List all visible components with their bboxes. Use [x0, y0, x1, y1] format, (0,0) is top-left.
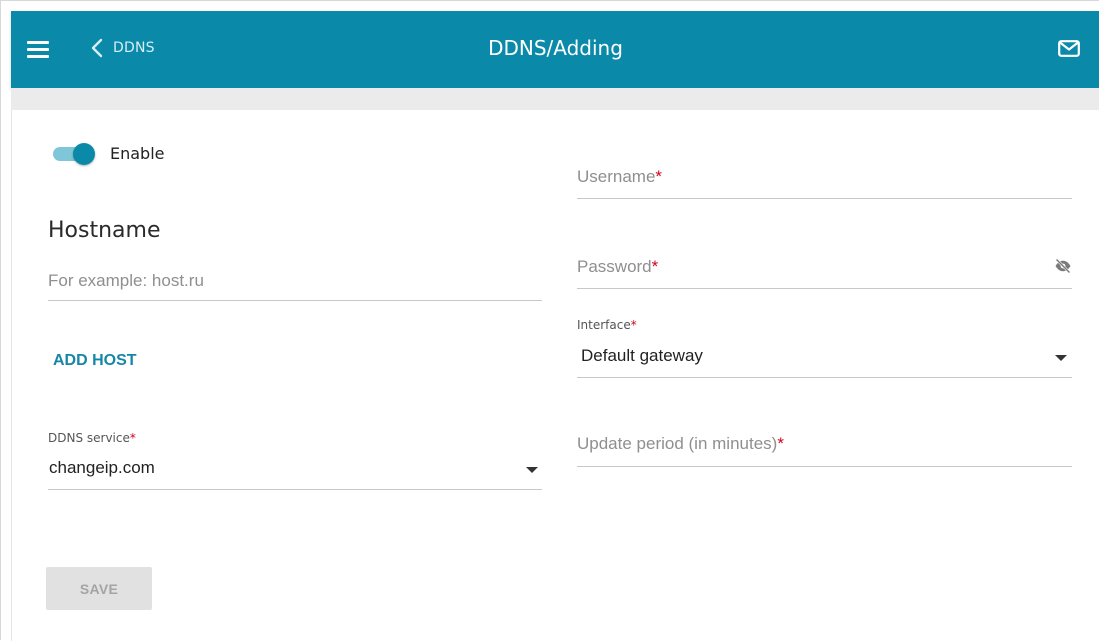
add-host-button[interactable]: ADD HOST: [53, 352, 137, 370]
interface-underline: [577, 377, 1072, 378]
header-shadow-band: [11, 88, 1099, 110]
update-period-underline: [577, 466, 1072, 467]
hostname-field[interactable]: For example: host.ru: [48, 263, 542, 301]
back-link[interactable]: DDNS: [91, 35, 155, 61]
interface-label: Interface*: [577, 318, 637, 332]
interface-value: Default gateway: [581, 346, 703, 365]
enable-label: Enable: [110, 144, 165, 163]
hostname-placeholder: For example: host.ru: [48, 271, 204, 290]
username-placeholder: Username*: [577, 167, 663, 186]
save-button[interactable]: SAVE: [46, 567, 152, 610]
update-period-placeholder: Update period (in minutes)*: [577, 434, 784, 453]
app-window: DDNS DDNS/Adding Enable Hostname For exa…: [0, 0, 1099, 641]
update-period-field[interactable]: Update period (in minutes)*: [577, 427, 1072, 467]
chevron-left-icon: [91, 38, 103, 58]
ddns-service-label: DDNS service*: [48, 431, 136, 445]
required-mark: *: [651, 257, 659, 276]
toggle-knob: [73, 143, 95, 165]
required-mark: *: [655, 167, 663, 186]
interface-select[interactable]: Interface* Default gateway: [577, 316, 1072, 378]
required-mark: *: [777, 434, 784, 453]
required-mark: *: [630, 318, 637, 332]
eye-off-icon[interactable]: [1054, 258, 1072, 274]
caret-down-icon: [526, 467, 538, 473]
required-mark: *: [129, 431, 136, 445]
ddns-service-value: changeip.com: [49, 458, 155, 477]
hostname-underline: [48, 300, 542, 301]
hostname-heading: Hostname: [48, 218, 161, 243]
page-title: DDNS/Adding: [488, 36, 623, 60]
username-underline: [577, 198, 1072, 199]
enable-toggle[interactable]: [51, 142, 97, 165]
ddns-service-select[interactable]: DDNS service* changeip.com: [48, 429, 542, 490]
mail-icon[interactable]: [1058, 40, 1080, 57]
back-link-label: DDNS: [113, 40, 155, 56]
password-field[interactable]: Password*: [577, 251, 1072, 289]
password-underline: [577, 288, 1072, 289]
password-placeholder: Password*: [577, 257, 659, 276]
username-field[interactable]: Username*: [577, 161, 1072, 199]
menu-icon[interactable]: [27, 41, 49, 58]
caret-down-icon: [1055, 355, 1067, 361]
top-bar: DDNS DDNS/Adding: [11, 11, 1099, 88]
ddns-service-underline: [48, 489, 542, 490]
